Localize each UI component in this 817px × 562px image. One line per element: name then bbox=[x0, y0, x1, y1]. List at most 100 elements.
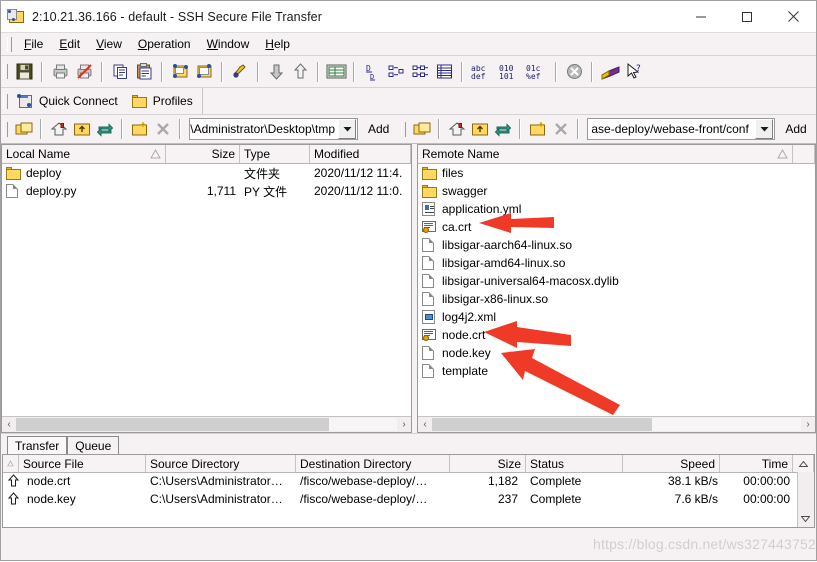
print-cancel-icon[interactable] bbox=[72, 60, 96, 84]
context-help-icon[interactable]: ? bbox=[622, 60, 646, 84]
list-item[interactable]: swagger bbox=[418, 182, 815, 200]
local-column-modified[interactable]: Modified bbox=[310, 145, 411, 163]
settings-icon[interactable] bbox=[228, 60, 252, 84]
remote-home-icon[interactable] bbox=[445, 118, 468, 140]
small-icons-icon[interactable] bbox=[384, 60, 408, 84]
profiles-button[interactable]: Profiles bbox=[127, 90, 202, 112]
maximize-button[interactable] bbox=[724, 1, 770, 32]
list-item[interactable]: libsigar-amd64-linux.so bbox=[418, 254, 815, 272]
auto-transfer-icon[interactable]: 01c %ef bbox=[524, 60, 550, 84]
new-terminal-window-icon[interactable] bbox=[192, 60, 216, 84]
quick-connect-button[interactable]: Quick Connect bbox=[12, 90, 127, 112]
help-book-icon[interactable] bbox=[598, 60, 622, 84]
local-horizontal-scrollbar[interactable]: ‹ › bbox=[2, 416, 411, 432]
transfer-column-source-file[interactable]: Source File bbox=[19, 455, 146, 472]
list-item[interactable]: libsigar-universal64-macosx.dylib bbox=[418, 272, 815, 290]
remote-file-list[interactable]: files swagger application.yml ca.crt lib… bbox=[418, 164, 815, 416]
remote-path-combo[interactable]: ase-deploy/webase-front/conf bbox=[587, 118, 776, 140]
tab-transfer[interactable]: Transfer bbox=[7, 436, 68, 454]
local-home-icon[interactable] bbox=[47, 118, 70, 140]
local-column-name[interactable]: Local Name bbox=[2, 145, 166, 163]
list-item[interactable]: files bbox=[418, 164, 815, 182]
remote-pathbar-drag-handle[interactable] bbox=[401, 121, 407, 137]
list-item[interactable]: log4j2.xml bbox=[418, 308, 815, 326]
local-pathbar-drag-handle[interactable] bbox=[3, 121, 8, 137]
menu-window[interactable]: Window bbox=[199, 35, 258, 53]
menu-edit[interactable]: Edit bbox=[51, 35, 88, 53]
local-go-up-one-level-icon[interactable] bbox=[12, 118, 35, 140]
details-icon[interactable] bbox=[432, 60, 456, 84]
remote-new-folder-icon[interactable] bbox=[526, 118, 549, 140]
scroll-left-icon[interactable]: ‹ bbox=[418, 418, 432, 431]
close-button[interactable] bbox=[770, 1, 816, 32]
remote-refresh-icon[interactable] bbox=[491, 118, 514, 140]
list-icon[interactable] bbox=[408, 60, 432, 84]
local-add-button[interactable]: Add bbox=[358, 122, 399, 136]
remote-scroll-thumb[interactable] bbox=[432, 418, 652, 431]
list-view-icon[interactable] bbox=[324, 60, 348, 84]
transfer-column-time[interactable]: Time bbox=[720, 455, 793, 472]
save-icon[interactable] bbox=[12, 60, 36, 84]
list-item[interactable]: node.key bbox=[418, 344, 815, 362]
remote-scroll-track[interactable] bbox=[432, 418, 801, 431]
table-row[interactable]: node.key C:\Users\Administrator… /fisco/… bbox=[3, 491, 814, 509]
list-item[interactable]: deploy.py 1,711 PY 文件 2020/11/12 11:0. bbox=[2, 182, 411, 200]
toolbar-drag-handle[interactable] bbox=[3, 64, 8, 79]
large-icons-icon[interactable]: D D bbox=[360, 60, 384, 84]
connectbar-drag-handle[interactable] bbox=[3, 93, 8, 109]
remote-path-value[interactable]: ase-deploy/webase-front/conf bbox=[588, 122, 755, 136]
menu-view[interactable]: View bbox=[88, 35, 130, 53]
transfer-column-status[interactable]: Status bbox=[526, 455, 623, 472]
copy-icon[interactable] bbox=[108, 60, 132, 84]
remote-go-up-one-level-icon[interactable] bbox=[410, 118, 433, 140]
scroll-right-icon[interactable]: › bbox=[397, 418, 411, 431]
local-column-type[interactable]: Type bbox=[240, 145, 310, 163]
transfer-vertical-scrollbar[interactable] bbox=[797, 472, 814, 527]
remote-column-extra[interactable] bbox=[793, 145, 815, 163]
local-path-dropdown-chevron-down-icon[interactable] bbox=[338, 119, 356, 139]
upload-icon[interactable] bbox=[288, 60, 312, 84]
transfer-column-size[interactable]: Size bbox=[450, 455, 526, 472]
scroll-right-icon[interactable]: › bbox=[801, 418, 815, 431]
list-item[interactable]: application.yml bbox=[418, 200, 815, 218]
transfer-column-sort[interactable] bbox=[3, 455, 19, 472]
menu-help[interactable]: Help bbox=[257, 35, 298, 53]
table-row[interactable]: node.crt C:\Users\Administrator… /fisco/… bbox=[3, 473, 814, 491]
print-icon[interactable] bbox=[48, 60, 72, 84]
local-delete-icon[interactable] bbox=[151, 118, 174, 140]
menu-file[interactable]: File bbox=[16, 35, 51, 53]
transfer-column-speed[interactable]: Speed bbox=[623, 455, 720, 472]
list-item[interactable]: deploy 文件夹 2020/11/12 11:4. bbox=[2, 164, 411, 182]
list-item[interactable]: template bbox=[418, 362, 815, 380]
transfer-scroll-up-icon[interactable] bbox=[793, 455, 814, 472]
remote-path-dropdown-chevron-down-icon[interactable] bbox=[755, 119, 774, 139]
remote-root-folder-icon[interactable] bbox=[468, 118, 491, 140]
ascii-transfer-icon[interactable]: abc def bbox=[468, 60, 496, 84]
local-column-size[interactable]: Size bbox=[166, 145, 240, 163]
local-file-list[interactable]: deploy 文件夹 2020/11/12 11:4. deploy.py 1,… bbox=[2, 164, 411, 416]
local-refresh-icon[interactable] bbox=[93, 118, 116, 140]
scroll-left-icon[interactable]: ‹ bbox=[2, 418, 16, 431]
list-item[interactable]: libsigar-aarch64-linux.so bbox=[418, 236, 815, 254]
local-path-combo[interactable]: s\Administrator\Desktop\tmp\ bbox=[189, 118, 358, 140]
local-scroll-thumb[interactable] bbox=[16, 418, 329, 431]
scroll-down-icon[interactable] bbox=[800, 511, 811, 525]
binary-transfer-icon[interactable]: 010 101 bbox=[496, 60, 524, 84]
local-scroll-track[interactable] bbox=[16, 418, 397, 431]
list-item[interactable]: libsigar-x86-linux.so bbox=[418, 290, 815, 308]
menu-operation[interactable]: Operation bbox=[130, 35, 199, 53]
local-path-value[interactable]: s\Administrator\Desktop\tmp\ bbox=[190, 122, 338, 136]
remote-column-name[interactable]: Remote Name bbox=[418, 145, 793, 163]
list-item[interactable]: ca.crt bbox=[418, 218, 815, 236]
remote-delete-icon[interactable] bbox=[549, 118, 572, 140]
download-icon[interactable] bbox=[264, 60, 288, 84]
transfer-column-destination-directory[interactable]: Destination Directory bbox=[296, 455, 450, 472]
disconnect-icon[interactable] bbox=[562, 60, 586, 84]
transfer-column-source-directory[interactable]: Source Directory bbox=[146, 455, 296, 472]
new-file-transfer-window-icon[interactable] bbox=[168, 60, 192, 84]
list-item[interactable]: node.crt bbox=[418, 326, 815, 344]
remote-horizontal-scrollbar[interactable]: ‹ › bbox=[418, 416, 815, 432]
menu-drag-handle[interactable] bbox=[7, 36, 12, 52]
tab-queue[interactable]: Queue bbox=[67, 436, 120, 454]
remote-add-button[interactable]: Add bbox=[775, 122, 816, 136]
